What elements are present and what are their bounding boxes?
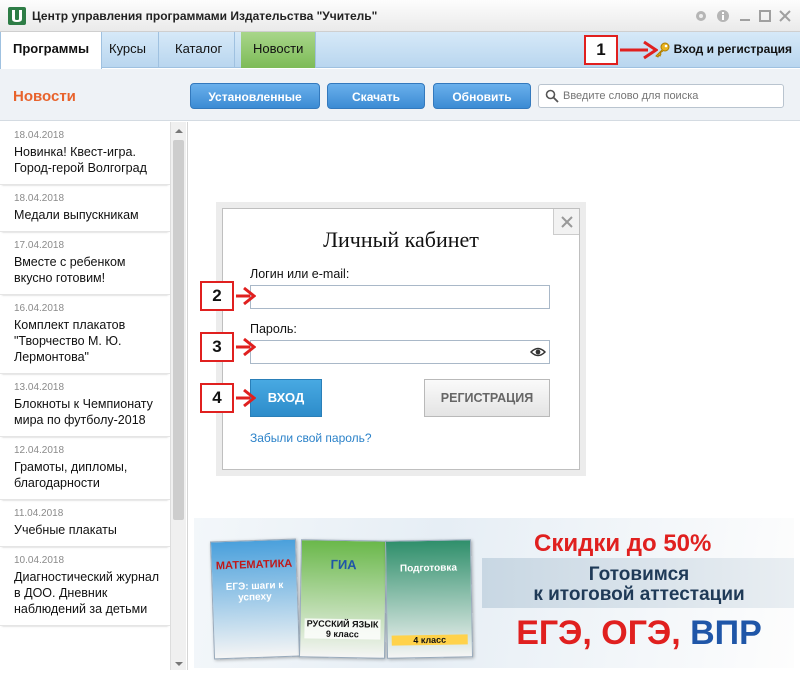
password-field-wrapper: [250, 340, 550, 364]
scroll-up-icon[interactable]: [175, 127, 183, 135]
section-title: Новости: [13, 88, 76, 105]
tab-news[interactable]: Новости: [241, 32, 317, 68]
news-title: Учебные плакаты: [14, 523, 117, 537]
book-subtitle: РУССКИЙ ЯЗЫК 9 класс: [304, 618, 381, 640]
exam-oge: ОГЭ: [601, 614, 672, 652]
news-item[interactable]: 12.04.2018 Грамоты, дипломы, благодарнос…: [0, 437, 170, 500]
promo-sale-text: Скидки до 50%: [534, 530, 712, 557]
login-dialog: Личный кабинет Логин или e-mail: Пароль:…: [222, 208, 580, 470]
dialog-title: Личный кабинет: [323, 227, 479, 252]
news-title: Вместе с ребенком вкусно готовим!: [14, 255, 126, 285]
news-title: Грамоты, дипломы, благодарности: [14, 460, 128, 490]
book-cover-prep: Подготовка 4 класс: [384, 539, 474, 659]
callout-arrow-4: [236, 388, 256, 408]
login-field-wrapper: [250, 285, 550, 309]
register-button[interactable]: РЕГИСТРАЦИЯ: [424, 379, 550, 417]
news-title: Медали выпускникам: [14, 208, 139, 222]
window-title: Центр управления программами Издательств…: [32, 9, 378, 23]
news-item[interactable]: 18.04.2018 Медали выпускникам: [0, 185, 170, 232]
news-date: 12.04.2018: [14, 445, 65, 456]
news-item[interactable]: 11.04.2018 Учебные плакаты: [0, 500, 170, 547]
news-title: Комплект плакатов "Творчество М. Ю. Лерм…: [14, 318, 126, 364]
scroll-thumb[interactable]: [173, 140, 184, 520]
news-date: 18.04.2018: [14, 130, 65, 141]
news-date: 13.04.2018: [14, 382, 65, 393]
news-title: Блокноты к Чемпионату мира по футболу-20…: [14, 397, 153, 427]
news-date: 11.04.2018: [14, 508, 64, 519]
callout-arrow-2: [236, 286, 256, 306]
minimize-icon[interactable]: [738, 9, 752, 23]
news-date: 18.04.2018: [14, 193, 65, 204]
maximize-icon[interactable]: [758, 9, 772, 23]
book-title: МАТЕМАТИКА: [215, 557, 293, 573]
news-item[interactable]: 10.04.2018 Диагностический журнал в ДОО.…: [0, 547, 170, 626]
news-item[interactable]: 17.04.2018 Вместе с ребенком вкусно гото…: [0, 232, 170, 295]
settings-gear-icon[interactable]: [694, 9, 708, 23]
search-icon: [545, 89, 559, 103]
book-subtitle: ЕГЭ: шаги к успеху: [225, 580, 284, 604]
login-field[interactable]: [251, 286, 549, 308]
callout-3: 3: [200, 332, 234, 362]
news-item[interactable]: 16.04.2018 Комплект плакатов "Творчество…: [0, 295, 170, 374]
callout-4: 4: [200, 383, 234, 413]
book-title: ГИА: [330, 556, 357, 573]
callout-arrow-1: [620, 40, 658, 60]
password-label: Пароль:: [250, 322, 297, 336]
promo-line-2: к итоговой аттестации: [533, 584, 745, 605]
promo-banner[interactable]: МАТЕМАТИКА ЕГЭ: шаги к успеху ГИА РУССКИ…: [194, 518, 794, 668]
news-date: 16.04.2018: [14, 303, 65, 314]
callout-2: 2: [200, 281, 234, 311]
news-item[interactable]: 13.04.2018 Блокноты к Чемпионату мира по…: [0, 374, 170, 437]
download-button[interactable]: Скачать: [327, 83, 425, 109]
news-date: 17.04.2018: [14, 240, 65, 251]
login-submit-button[interactable]: ВХОД: [250, 379, 322, 417]
exam-ege: ЕГЭ: [516, 614, 583, 652]
book-title: Подготовка: [399, 562, 458, 575]
exam-vpr: ВПР: [690, 614, 762, 652]
update-button[interactable]: Обновить: [433, 83, 531, 109]
app-logo-icon: [8, 7, 26, 25]
tab-programs[interactable]: Программы: [0, 32, 103, 69]
callout-arrow-3: [236, 337, 256, 357]
panel-divider: [187, 122, 188, 670]
password-field[interactable]: [251, 341, 549, 363]
title-bar: Центр управления программами Издательств…: [0, 0, 800, 32]
promo-exams: ЕГЭ, ОГЭ, ВПР: [516, 614, 762, 652]
tab-courses[interactable]: Курсы: [97, 32, 160, 68]
login-register-link[interactable]: Вход и регистрация: [654, 32, 792, 68]
info-icon[interactable]: [716, 9, 730, 23]
book-cover-math: МАТЕМАТИКА ЕГЭ: шаги к успеху: [209, 538, 301, 660]
news-title: Диагностический журнал в ДОО. Дневник на…: [14, 570, 160, 616]
installed-button[interactable]: Установленные: [190, 83, 320, 109]
login-register-label: Вход и регистрация: [673, 42, 792, 56]
eye-icon[interactable]: [530, 346, 546, 358]
book-subtitle: 4 класс: [391, 634, 468, 646]
book-cover-russian: ГИА РУССКИЙ ЯЗЫК 9 класс: [298, 539, 388, 659]
scroll-down-icon[interactable]: [175, 660, 183, 668]
news-scrollbar[interactable]: [170, 122, 186, 670]
news-title: Новинка! Квест-игра. Город-герой Волгогр…: [14, 145, 147, 175]
news-list: 18.04.2018 Новинка! Квест-игра. Город-ге…: [0, 122, 170, 670]
news-date: 10.04.2018: [14, 555, 65, 566]
news-item[interactable]: 18.04.2018 Новинка! Квест-игра. Город-ге…: [0, 122, 170, 185]
main-nav: Программы Курсы Каталог Новости Вход и р…: [0, 32, 800, 69]
forgot-password-link[interactable]: Забыли свой пароль?: [250, 431, 372, 445]
search-input[interactable]: [563, 88, 778, 104]
close-window-icon[interactable]: [778, 9, 792, 23]
callout-1: 1: [584, 35, 618, 65]
search-box: [538, 84, 784, 108]
promo-line-1: Готовимся: [588, 564, 690, 585]
tab-catalog[interactable]: Каталог: [163, 32, 236, 68]
login-label: Логин или e-mail:: [250, 267, 350, 281]
